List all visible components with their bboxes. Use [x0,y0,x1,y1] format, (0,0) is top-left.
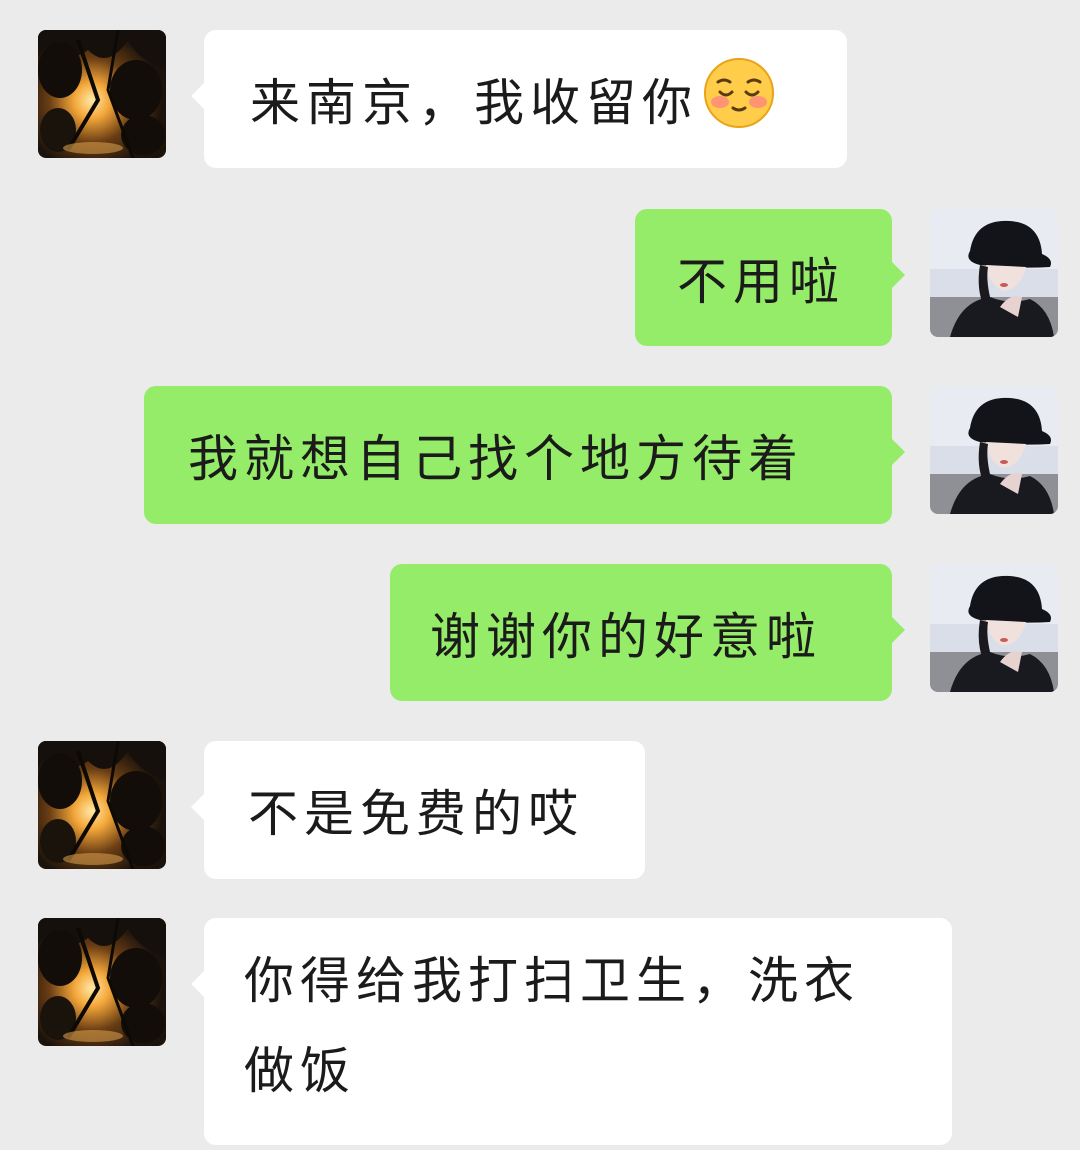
self-avatar[interactable] [930,564,1058,692]
message-bubble-outgoing[interactable]: 谢谢你的好意啦 [390,564,905,701]
message-text: 谢谢你的好意啦 [430,607,822,666]
message-bubble-outgoing[interactable]: 不用啦 [635,209,905,346]
chat-message-list[interactable]: 来南京，我收留你 不用啦 我就想自己找个地方待着 谢谢你的好意啦 不是免费的哎 … [0,0,1080,1150]
message-bubble-incoming[interactable]: 来南京，我收留你 [191,30,847,168]
self-avatar[interactable] [930,209,1058,337]
pleading-blush-face-emoji-icon [702,56,776,130]
message-text: 我就想自己找个地方待着 [188,430,804,488]
message-text: 来南京，我收留你 [250,74,698,132]
contact-avatar[interactable] [38,30,166,158]
message-text: 不用啦 [677,252,845,311]
message-text: 你得给我打扫卫生，洗衣做饭 [244,952,860,1100]
contact-avatar[interactable] [38,741,166,869]
contact-avatar[interactable] [38,918,166,1046]
message-text: 不是免费的哎 [248,785,584,843]
message-bubble-incoming[interactable]: 不是免费的哎 [191,741,645,879]
message-bubble-incoming[interactable]: 你得给我打扫卫生，洗衣做饭 [191,918,952,1145]
self-avatar[interactable] [930,386,1058,514]
message-bubble-outgoing[interactable]: 我就想自己找个地方待着 [144,386,905,524]
